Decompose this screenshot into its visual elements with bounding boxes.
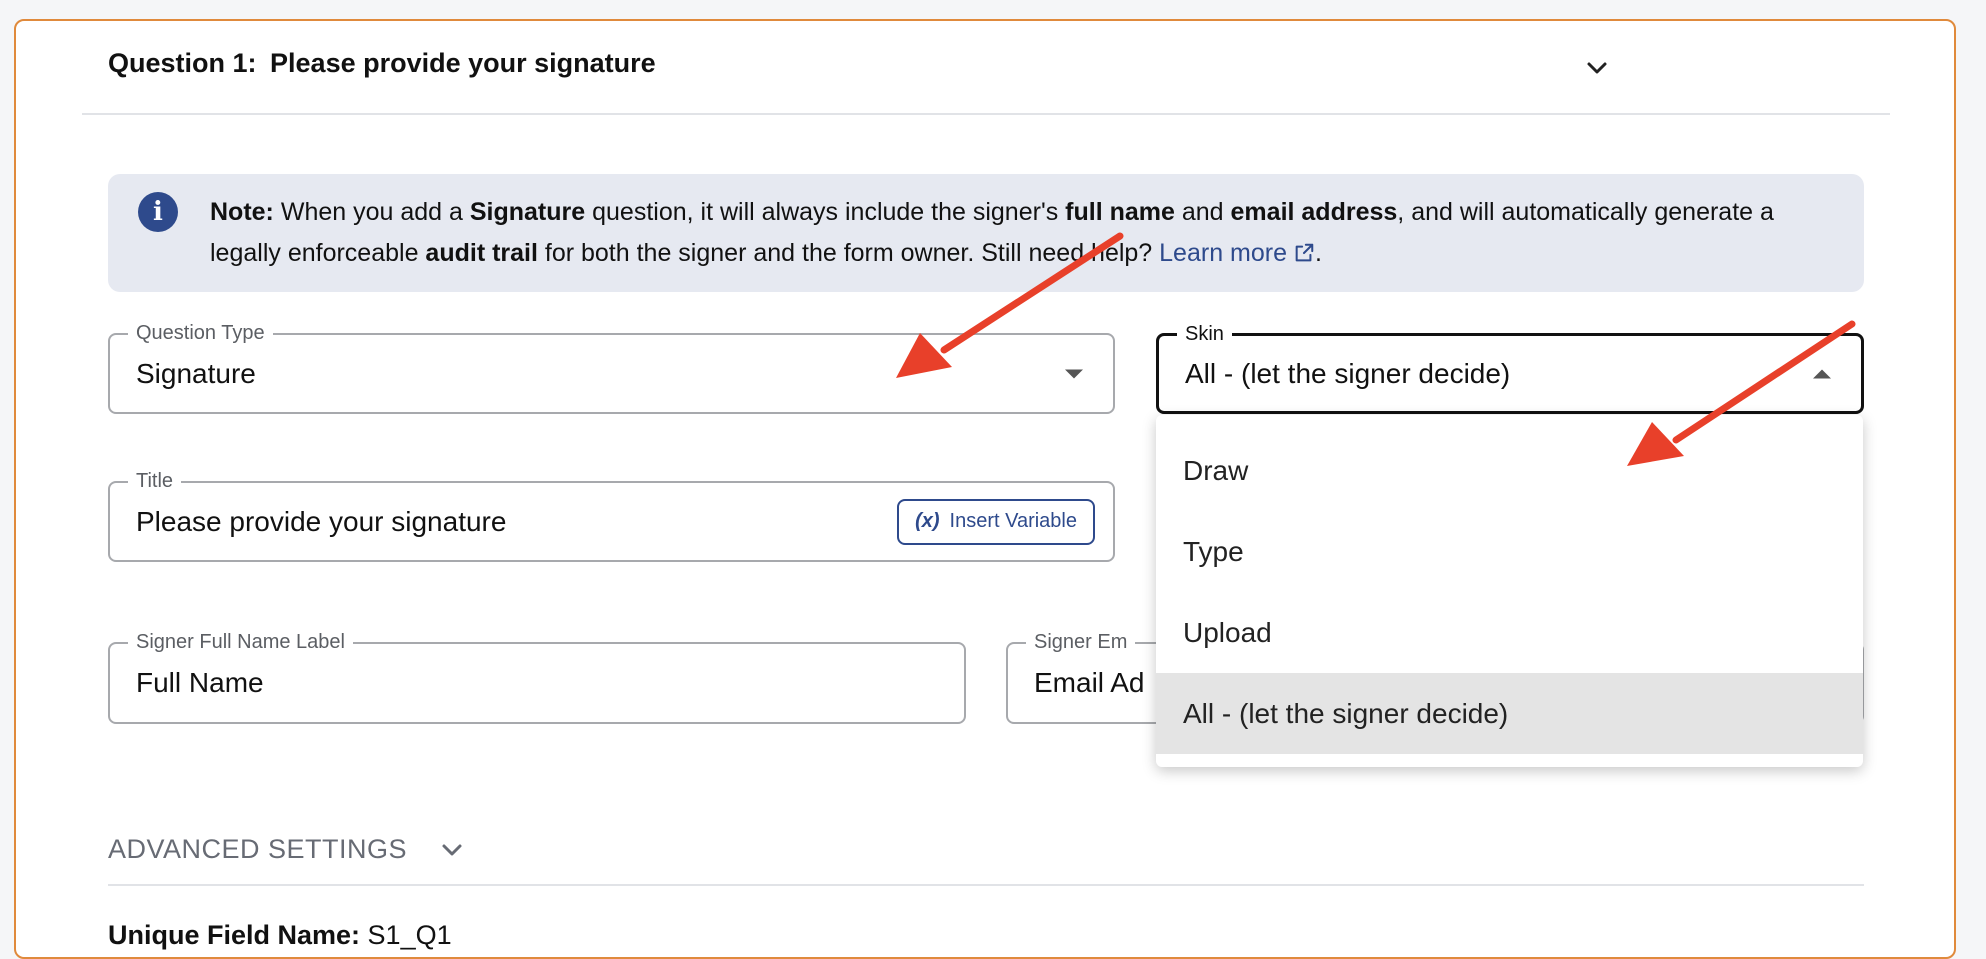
- note-bold-full-name: full name: [1065, 198, 1175, 226]
- question-type-value: Signature: [136, 357, 256, 389]
- question-header: Question 1: Please provide your signatur…: [108, 48, 656, 79]
- note-bold-signature: Signature: [469, 198, 586, 226]
- chevron-down-icon: [442, 844, 462, 855]
- question-number: Question 1:: [108, 48, 257, 78]
- skin-select[interactable]: Skin All - (let the signer decide): [1156, 322, 1864, 414]
- skin-option-upload[interactable]: Upload: [1156, 592, 1863, 673]
- question-title: Please provide your signature: [270, 48, 656, 78]
- signer-name-value: Full Name: [136, 667, 264, 698]
- advanced-settings-toggle[interactable]: ADVANCED SETTINGS: [108, 834, 463, 865]
- note-text-part: .: [1315, 239, 1322, 267]
- unique-field-value: S1_Q1: [367, 920, 452, 950]
- insert-variable-button[interactable]: (x) Insert Variable: [897, 498, 1095, 545]
- insert-variable-label: Insert Variable: [949, 510, 1077, 532]
- note-bold-email: email address: [1230, 198, 1398, 226]
- skin-option-type[interactable]: Type: [1156, 511, 1863, 592]
- header-divider: [82, 113, 1890, 115]
- title-field[interactable]: Title Please provide your signature (x) …: [108, 469, 1115, 562]
- caret-down-icon: [1065, 369, 1083, 378]
- caret-up-icon: [1813, 369, 1831, 378]
- note-text: Note: When you add a Signature question,…: [210, 192, 1830, 274]
- info-icon: i: [138, 192, 178, 232]
- skin-value: All - (let the signer decide): [1185, 357, 1511, 389]
- skin-label: Skin: [1177, 322, 1232, 346]
- note-text-part: question, it will always include the sig…: [585, 198, 1066, 226]
- external-link-icon: [1295, 243, 1314, 262]
- skin-dropdown-menu: Draw Type Upload All - (let the signer d…: [1156, 415, 1863, 767]
- collapse-question-button[interactable]: [1583, 54, 1611, 82]
- advanced-divider: [108, 884, 1864, 886]
- signer-name-label-field[interactable]: Signer Full Name Label Full Name: [108, 630, 966, 724]
- title-label: Title: [128, 469, 182, 493]
- question-type-label: Question Type: [128, 321, 273, 345]
- skin-option-draw[interactable]: Draw: [1156, 430, 1863, 511]
- signer-email-value: Email Ad: [1034, 667, 1145, 698]
- question-type-select[interactable]: Question Type Signature: [108, 321, 1115, 414]
- title-value: Please provide your signature: [136, 505, 507, 537]
- advanced-settings-label: ADVANCED SETTINGS: [108, 834, 408, 864]
- signer-name-label: Signer Full Name Label: [128, 630, 353, 654]
- chevron-down-icon: [1587, 62, 1607, 74]
- unique-field-label: Unique Field Name:: [108, 920, 361, 950]
- note-text-part: When you add a: [280, 198, 470, 226]
- learn-more-link[interactable]: Learn more: [1159, 239, 1315, 267]
- note-bold-audit-trail: audit trail: [425, 239, 538, 267]
- variable-icon: (x): [915, 510, 940, 532]
- note-text-part: for both the signer and the form owner. …: [537, 239, 1160, 267]
- info-note: i Note: When you add a Signature questio…: [108, 174, 1864, 292]
- skin-option-all[interactable]: All - (let the signer decide): [1156, 673, 1863, 754]
- learn-more-label: Learn more: [1159, 239, 1288, 267]
- note-text-part: and: [1174, 198, 1231, 226]
- note-lead: Note:: [210, 198, 274, 226]
- signer-email-label: Signer Em: [1026, 630, 1136, 654]
